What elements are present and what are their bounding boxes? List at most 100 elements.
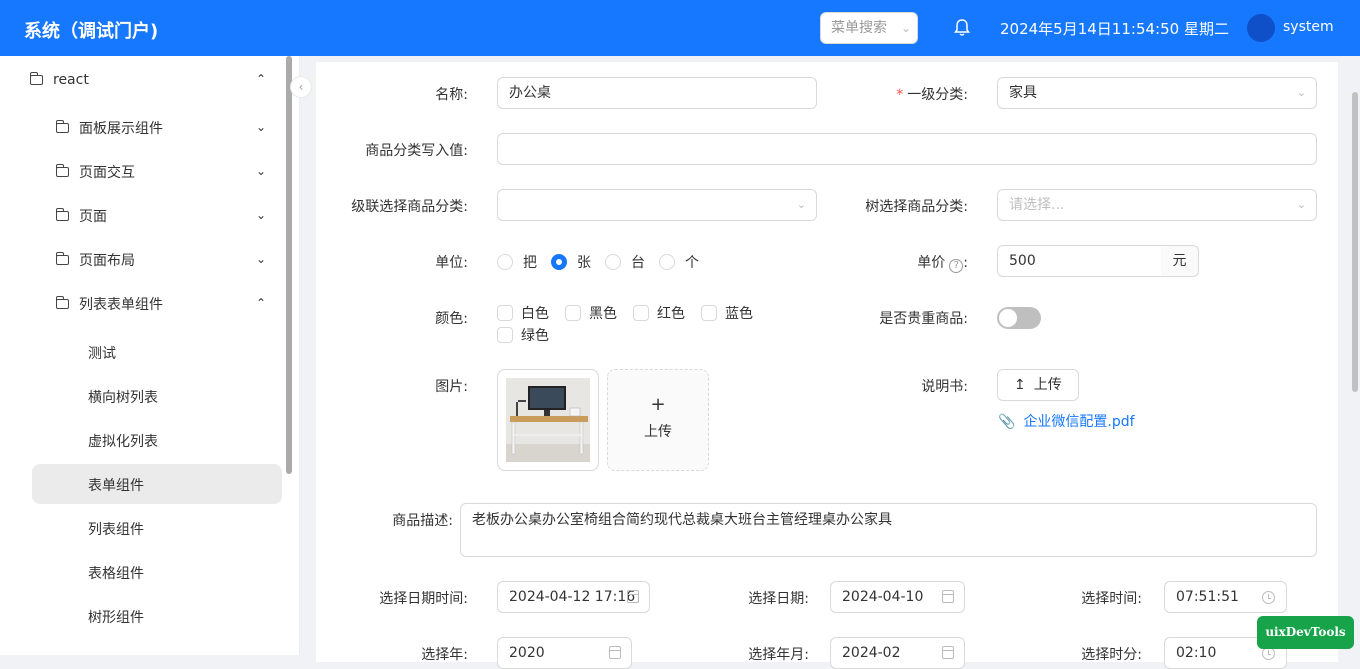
chevron-down-icon: ⌄ xyxy=(900,21,911,35)
main-scrollbar[interactable] xyxy=(1352,92,1358,392)
sidebar-item-react[interactable]: react ⌃ xyxy=(29,60,266,100)
avatar[interactable] xyxy=(1247,14,1275,42)
sidebar-item-interaction[interactable]: 页面交互 ⌄ xyxy=(55,152,266,192)
chevron-down-icon: ⌄ xyxy=(255,164,266,178)
sidebar-item-form[interactable]: 表单组件 xyxy=(88,475,144,495)
month-picker[interactable]: 2024-02 xyxy=(830,637,965,669)
folder-icon xyxy=(55,120,69,133)
uploaded-image-card[interactable] xyxy=(497,369,599,471)
sidebar-item-tree[interactable]: 树形组件 xyxy=(88,607,144,627)
menu-search-select[interactable]: 菜单搜索 ⌄ xyxy=(820,12,918,44)
color-check-white[interactable]: 白色 xyxy=(497,303,549,323)
cascade-select[interactable]: ⌄ xyxy=(497,189,817,221)
username[interactable]: system xyxy=(1283,19,1334,35)
manual-file-link[interactable]: 📎 企业微信配置.pdf xyxy=(998,411,1135,431)
checkbox-label: 白色 xyxy=(521,306,549,322)
chevron-down-icon: ⌄ xyxy=(1296,198,1306,211)
time-label: 选择时间: xyxy=(1081,591,1142,607)
chevron-down-icon: ⌄ xyxy=(1296,86,1306,99)
desk-image xyxy=(506,378,590,462)
switch-knob xyxy=(999,309,1017,327)
image-label: 图片: xyxy=(435,379,468,395)
folder-icon xyxy=(55,164,69,177)
image-upload-button[interactable]: + 上传 xyxy=(607,369,709,471)
chevron-down-icon: ⌄ xyxy=(796,198,806,211)
color-check-red[interactable]: 红色 xyxy=(633,303,685,323)
sidebar-item-label: 面板展示组件 xyxy=(79,121,163,137)
tree-select-placeholder: 请选择... xyxy=(1009,197,1065,213)
hm-value: 02:10 xyxy=(1176,645,1217,661)
year-label: 选择年: xyxy=(421,647,468,663)
sidebar-item-test[interactable]: 测试 xyxy=(88,343,116,363)
sidebar-scrollbar[interactable] xyxy=(286,56,292,474)
color-check-blue[interactable]: 蓝色 xyxy=(701,303,753,323)
datetime-picker[interactable]: 2024-04-12 17:16 xyxy=(497,581,650,613)
checkbox xyxy=(633,305,649,321)
year-picker[interactable]: 2020 xyxy=(497,637,632,669)
collapse-sidebar-button[interactable]: ‹ xyxy=(290,76,312,98)
chevron-down-icon: ⌄ xyxy=(255,252,266,266)
color-check-black[interactable]: 黑色 xyxy=(565,303,617,323)
category-write-label: 商品分类写入值: xyxy=(365,143,468,159)
calendar-icon xyxy=(609,646,621,659)
unit-radio-zhang[interactable]: 张 xyxy=(551,252,591,272)
price-input[interactable]: 500 xyxy=(997,245,1162,277)
checkbox-label: 绿色 xyxy=(521,328,549,344)
category1-select[interactable]: 家具 ⌄ xyxy=(997,77,1317,109)
tree-select[interactable]: 请选择... ⌄ xyxy=(997,189,1317,221)
checkbox xyxy=(497,327,513,343)
checkbox xyxy=(565,305,581,321)
sidebar-item-list[interactable]: 列表组件 xyxy=(88,519,144,539)
clock-icon xyxy=(1262,591,1275,604)
checkbox-label: 黑色 xyxy=(589,306,617,322)
manual-label: 说明书: xyxy=(921,379,968,395)
cascade-label: 级联选择商品分类: xyxy=(351,199,468,215)
radio-label: 把 xyxy=(523,255,537,271)
price-label: 单价?: xyxy=(917,255,968,273)
manual-upload-button[interactable]: ↥ 上传 xyxy=(997,369,1079,401)
radio-label: 个 xyxy=(685,255,699,271)
name-input[interactable]: 办公桌 xyxy=(497,77,817,109)
folder-icon xyxy=(55,252,69,265)
sidebar-item-layout[interactable]: 页面布局 ⌄ xyxy=(55,240,266,280)
menu-search-placeholder: 菜单搜索 xyxy=(831,20,887,36)
checkbox-label: 蓝色 xyxy=(725,306,753,322)
current-datetime: 2024年5月14日11:54:50 星期二 xyxy=(1000,20,1229,38)
plus-icon: + xyxy=(650,394,666,415)
unit-label: 单位: xyxy=(435,255,468,271)
month-label: 选择年月: xyxy=(748,647,809,663)
sidebar-item-label: 页面布局 xyxy=(79,253,135,269)
sidebar-item-horizontal-tree[interactable]: 横向树列表 xyxy=(88,387,158,407)
color-check-green[interactable]: 绿色 xyxy=(497,325,549,345)
sidebar-item-label: react xyxy=(53,72,89,88)
sidebar-item-virtual-list[interactable]: 虚拟化列表 xyxy=(88,431,158,451)
radio-circle-checked xyxy=(551,254,567,270)
time-value: 07:51:51 xyxy=(1176,589,1239,605)
category1-label-text: 一级分类: xyxy=(907,87,968,103)
date-picker[interactable]: 2024-04-10 xyxy=(830,581,965,613)
price-suffix: 元 xyxy=(1161,245,1199,277)
time-picker[interactable]: 07:51:51 xyxy=(1164,581,1287,613)
datetime-value: 2024-04-12 17:16 xyxy=(509,589,636,605)
date-value: 2024-04-10 xyxy=(842,589,924,605)
manual-upload-label: 上传 xyxy=(1033,377,1062,393)
unit-radio-ba[interactable]: 把 xyxy=(497,252,537,272)
sidebar-item-label: 列表表单组件 xyxy=(79,297,163,313)
paperclip-icon: 📎 xyxy=(998,414,1016,430)
month-value: 2024-02 xyxy=(842,645,901,661)
category-write-input[interactable] xyxy=(497,133,1317,165)
devtools-button[interactable]: uixDevTools xyxy=(1257,616,1354,649)
valuable-switch[interactable] xyxy=(997,307,1041,329)
unit-radio-tai[interactable]: 台 xyxy=(605,252,645,272)
sidebar-item-panel[interactable]: 面板展示组件 ⌄ xyxy=(55,108,266,148)
sidebar-item-list-form[interactable]: 列表表单组件 ⌃ xyxy=(55,284,266,324)
bell-icon[interactable] xyxy=(953,18,971,38)
question-circle-icon[interactable]: ? xyxy=(949,259,964,273)
sidebar-item-table[interactable]: 表格组件 xyxy=(88,563,144,583)
desc-textarea[interactable]: 老板办公桌办公室椅组合简约现代总裁桌大班台主管经理桌办公家具 xyxy=(460,503,1317,557)
sidebar-item-page[interactable]: 页面 ⌄ xyxy=(55,196,266,236)
color-label: 颜色: xyxy=(435,311,468,327)
radio-circle xyxy=(605,254,621,270)
unit-radio-ge[interactable]: 个 xyxy=(659,252,699,272)
chevron-up-icon: ⌃ xyxy=(255,72,266,86)
